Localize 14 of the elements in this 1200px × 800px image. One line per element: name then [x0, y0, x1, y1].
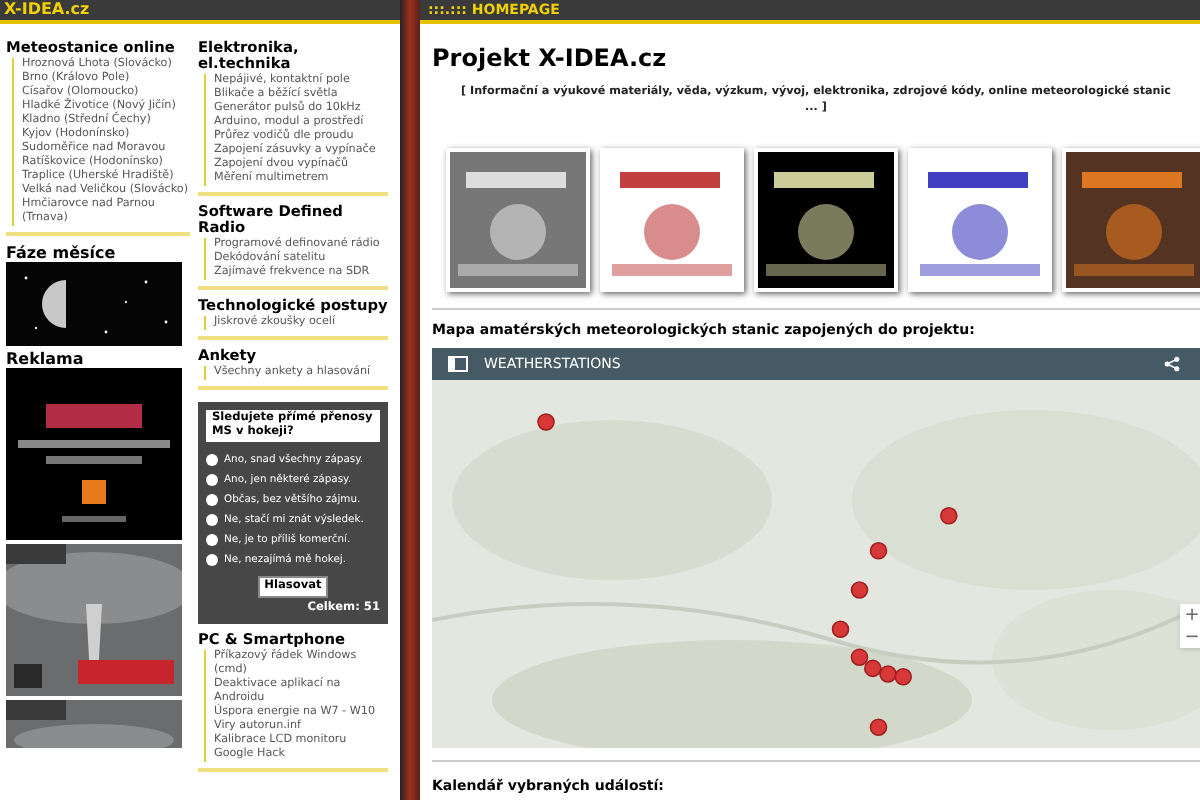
sidebar-toggle-icon[interactable] [448, 356, 468, 372]
radio-button[interactable] [206, 454, 218, 466]
site-title[interactable]: X-IDEA.cz [4, 0, 90, 20]
radio-button[interactable] [206, 474, 218, 486]
radio-button[interactable] [206, 554, 218, 566]
radio-button[interactable] [206, 514, 218, 526]
zoom-in-button[interactable]: + [1180, 604, 1200, 626]
section-heading: Reklama [6, 350, 86, 368]
zoom-out-button[interactable]: − [1180, 626, 1200, 648]
radio-button[interactable] [206, 534, 218, 546]
section-heading: Fáze měsíce [6, 244, 118, 262]
radio-button[interactable] [206, 494, 218, 506]
page-title: Projekt X-IDEA.cz [432, 44, 669, 72]
share-icon[interactable] [1164, 356, 1180, 372]
